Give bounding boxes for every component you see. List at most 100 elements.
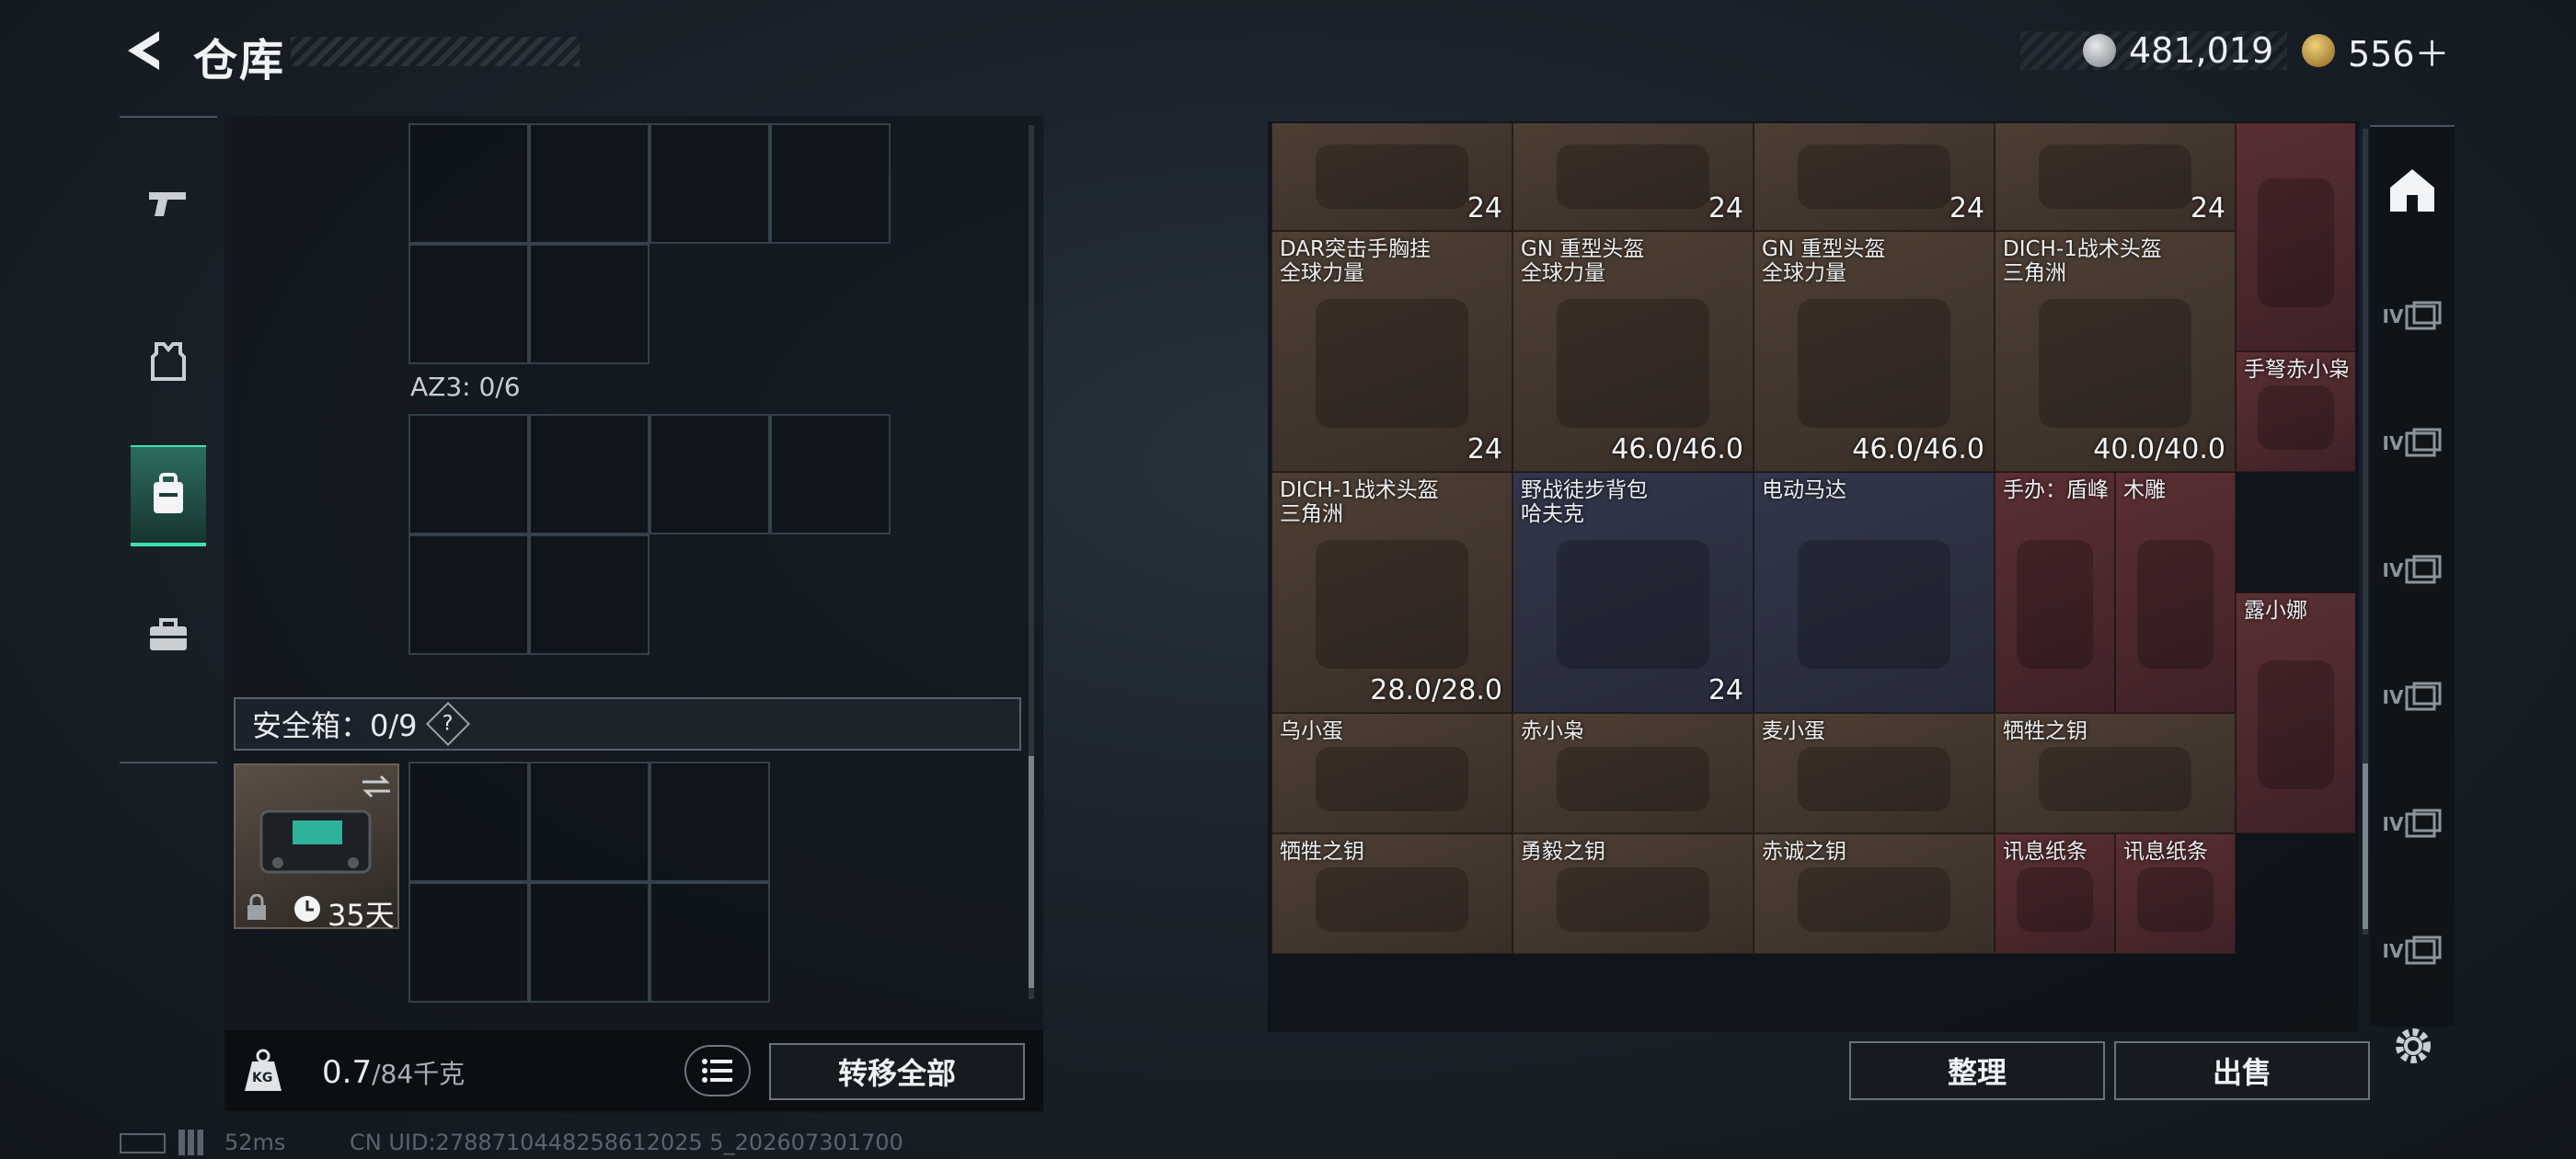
- warehouse-icon[interactable]: [2379, 156, 2445, 223]
- storage-tab-6-icon[interactable]: IV: [2379, 918, 2445, 984]
- item-image: [1315, 747, 1469, 811]
- item-slot[interactable]: DAR突击手胸挂 全球力量 24: [1271, 231, 1512, 472]
- grid-slot[interactable]: [650, 414, 770, 534]
- grid-slot[interactable]: [650, 762, 770, 882]
- storage-tab-4-icon[interactable]: IV: [2379, 664, 2445, 730]
- transfer-all-button[interactable]: 转移全部: [769, 1043, 1025, 1100]
- coin-icon: [2083, 34, 2116, 67]
- item-slot[interactable]: 勇毅之钥: [1512, 833, 1754, 954]
- grid-slot[interactable]: [408, 882, 529, 1003]
- item-slot[interactable]: GN 重型头盔 全球力量 46.0/46.0: [1754, 231, 1995, 472]
- item-slot[interactable]: 讯息纸条: [2115, 833, 2236, 954]
- clock-icon: [294, 896, 320, 922]
- item-slot[interactable]: 讯息纸条: [1995, 833, 2115, 954]
- safe-container-grid: [408, 762, 770, 1003]
- item-slot[interactable]: GN 重型头盔 全球力量 46.0/46.0: [1512, 231, 1754, 472]
- warehouse-grid: 24 24 24 24 DAR突击手胸挂 全球力量 24 GN 重型头盔 全球力量 46.0/…: [1271, 123, 2355, 1034]
- grid-slot[interactable]: [529, 123, 650, 244]
- loadout-scrollbar-thumb[interactable]: [1029, 756, 1034, 988]
- item-slot[interactable]: 电动马达: [1754, 472, 1995, 713]
- item-slot[interactable]: 赤小枭: [1512, 713, 1754, 833]
- grid-slot[interactable]: [770, 123, 891, 244]
- item-slot[interactable]: 24: [1754, 123, 1995, 231]
- storage-tab-5-icon[interactable]: IV: [2379, 791, 2445, 857]
- item-slot[interactable]: 野战徒步背包 哈夫克 24: [1512, 472, 1754, 713]
- swap-icon[interactable]: [359, 773, 394, 800]
- az3-grid: [408, 414, 891, 655]
- grid-slot[interactable]: [408, 534, 529, 655]
- premium-balance[interactable]: 556＋: [2302, 31, 2450, 75]
- item-slot[interactable]: 牺牲之钥: [1271, 833, 1512, 954]
- warehouse-scrollbar-thumb[interactable]: [2363, 763, 2368, 929]
- battery-icon: [120, 1133, 166, 1153]
- grid-slot[interactable]: [529, 244, 650, 364]
- item-slot[interactable]: 赤诚之钥: [1754, 833, 1995, 954]
- grid-slot[interactable]: [408, 414, 529, 534]
- item-name: 牺牲之钥: [1280, 840, 1364, 864]
- sort-button[interactable]: 整理: [1849, 1041, 2105, 1100]
- safe-box-icon: [259, 809, 372, 874]
- item-slot[interactable]: 乌小蛋: [1271, 713, 1512, 833]
- nav-armor[interactable]: [131, 311, 206, 412]
- item-name: 电动马达: [1762, 478, 1846, 502]
- item-slot[interactable]: 手办：盾峰: [1995, 472, 2115, 713]
- item-image: [1556, 867, 1710, 932]
- item-name: 勇毅之钥: [1521, 840, 1605, 864]
- item-count: 24: [1466, 192, 1502, 224]
- storage-tab-1-icon[interactable]: IV: [2379, 283, 2445, 350]
- item-slot[interactable]: DICH-1战术头盔 三角洲 28.0/28.0: [1271, 472, 1512, 713]
- item-image: [1797, 539, 1951, 670]
- item-image: [1797, 144, 1951, 209]
- az3-label: AZ3: 0/6: [410, 372, 521, 402]
- item-name: DICH-1战术头盔 三角洲: [1280, 478, 1439, 526]
- grid-slot[interactable]: [770, 414, 891, 534]
- item-image: [1797, 747, 1951, 811]
- item-slot[interactable]: 24: [1271, 123, 1512, 231]
- safe-box-item[interactable]: 35天: [234, 763, 399, 933]
- list-icon: [702, 1059, 732, 1083]
- item-image: [1797, 867, 1951, 932]
- storage-tab-3-icon[interactable]: IV: [2379, 537, 2445, 603]
- item-slot[interactable]: 手弩赤小枭: [2236, 351, 2355, 472]
- item-slot[interactable]: 麦小蛋: [1754, 713, 1995, 833]
- nav-weapon[interactable]: [131, 153, 206, 254]
- uid-readout: CN UID:2788710448258612025 5_20260730170…: [350, 1130, 903, 1155]
- storage-tab-2-icon[interactable]: IV: [2379, 410, 2445, 476]
- carry-weight: 0.7/84千克: [322, 1054, 465, 1091]
- gear-icon: [2396, 1028, 2431, 1063]
- storage-tabs: IV IV IV IV IV IV: [2370, 125, 2455, 1027]
- nav-backpack[interactable]: [131, 445, 206, 546]
- item-image: [2258, 178, 2334, 308]
- item-slot[interactable]: 木雕: [2115, 472, 2236, 713]
- item-slot[interactable]: [2236, 123, 2355, 351]
- grid-slot[interactable]: [408, 244, 529, 364]
- grid-slot[interactable]: [408, 123, 529, 244]
- help-icon[interactable]: ?: [425, 701, 470, 747]
- safe-container-label: 安全箱：0/9: [252, 708, 418, 743]
- item-image: [2017, 867, 2093, 932]
- item-image: [1315, 867, 1469, 932]
- item-slot[interactable]: 露小娜: [2236, 592, 2355, 833]
- item-name: 讯息纸条: [2003, 840, 2087, 864]
- item-slot[interactable]: 牺牲之钥: [1995, 713, 2236, 833]
- grid-slot[interactable]: [529, 414, 650, 534]
- grid-slot[interactable]: [650, 882, 770, 1003]
- title-decoration: [291, 37, 580, 66]
- grid-slot[interactable]: [529, 882, 650, 1003]
- item-slot[interactable]: 24: [1512, 123, 1754, 231]
- pistol-icon: [149, 192, 186, 216]
- safe-container-bar: 安全箱：0/9 ?: [234, 697, 1021, 751]
- grid-slot[interactable]: [650, 123, 770, 244]
- sell-button[interactable]: 出售: [2114, 1041, 2370, 1100]
- item-image: [1556, 144, 1710, 209]
- back-button[interactable]: [118, 24, 169, 77]
- item-slot[interactable]: DICH-1战术头盔 三角洲 40.0/40.0: [1995, 231, 2236, 472]
- list-view-button[interactable]: [684, 1045, 751, 1096]
- item-slot[interactable]: 24: [1995, 123, 2236, 231]
- grid-slot[interactable]: [408, 762, 529, 882]
- grid-slot[interactable]: [529, 762, 650, 882]
- item-count: 24: [1949, 192, 1984, 224]
- settings-button[interactable]: [2390, 1023, 2436, 1069]
- nav-case[interactable]: [131, 585, 206, 686]
- grid-slot[interactable]: [529, 534, 650, 655]
